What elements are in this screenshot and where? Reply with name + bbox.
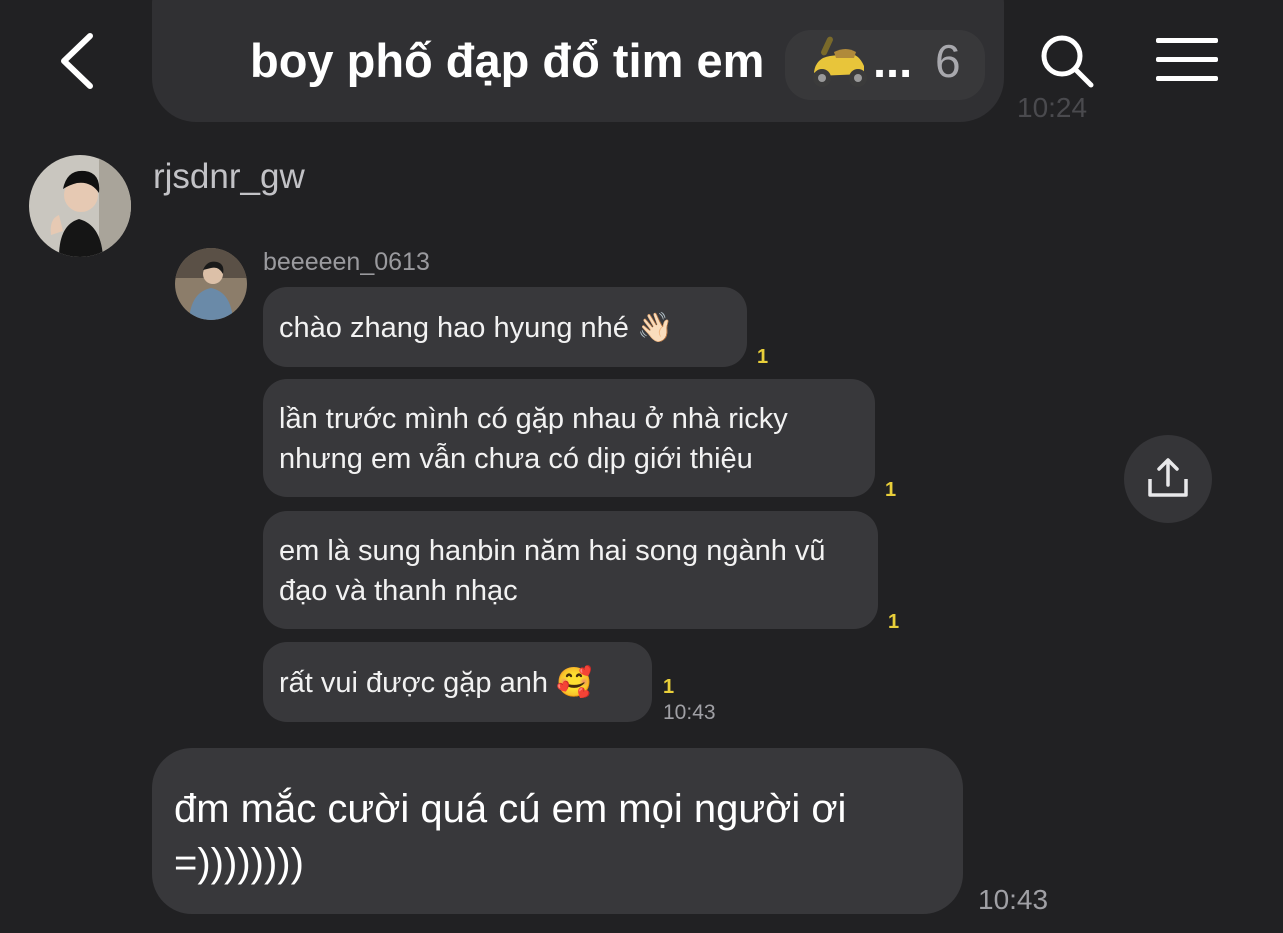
waving-hand-emoji-icon: 👋🏻 [636,310,674,344]
share-button[interactable] [1124,435,1212,523]
sender-avatar[interactable] [29,155,131,257]
quoted-author-avatar [175,248,247,320]
quoted-message-text: em là sung hanbin năm hai song ngành vũ … [279,535,826,607]
member-count: 6 [935,35,961,87]
chat-screen: 10:24 boy phố đạp đổ tim em ... 6 rjsdnr… [0,0,1283,933]
read-count: 1 [757,346,769,368]
message-bubble[interactable]: đm mắc cười quá cú em mọi người ơi =))))… [152,748,963,914]
previous-message-time: 10:24 [1017,92,1088,123]
quoted-message-text: chào zhang hao hyung nhé [279,312,629,344]
title-ellipsis: ... [873,34,913,87]
smiling-face-hearts-emoji-icon: 🥰 [556,665,593,699]
scooter-emoji-icon [806,32,872,92]
quoted-message-text: rất vui được gặp anh [279,667,548,699]
message-text: đm mắc cười quá cú em mọi người ơi =))))… [174,787,847,885]
back-chevron-icon[interactable] [56,30,106,92]
quoted-message-bubble: rất vui được gặp anh 🥰 [263,642,652,722]
quoted-author-name: beeeeen_0613 [263,248,430,276]
search-icon[interactable] [1038,32,1096,90]
read-count: 1 [885,479,897,501]
quoted-message-time: 10:43 [663,701,716,724]
quoted-message-bubble: em là sung hanbin năm hai song ngành vũ … [263,511,878,629]
read-count: 1 [663,676,675,698]
message-time: 10:43 [978,884,1049,915]
quoted-message-bubble: lần trước mình có gặp nhau ở nhà ricky n… [263,379,875,497]
share-icon [1124,458,1212,527]
sender-name[interactable]: rjsdnr_gw [153,157,305,197]
chat-title[interactable]: boy phố đạp đổ tim em [250,30,764,92]
quoted-message-text: lần trước mình có gặp nhau ở nhà ricky n… [279,403,788,475]
read-count: 1 [888,611,900,633]
quoted-message-bubble: chào zhang hao hyung nhé 👋🏻 [263,287,747,367]
menu-icon[interactable] [1156,36,1218,84]
